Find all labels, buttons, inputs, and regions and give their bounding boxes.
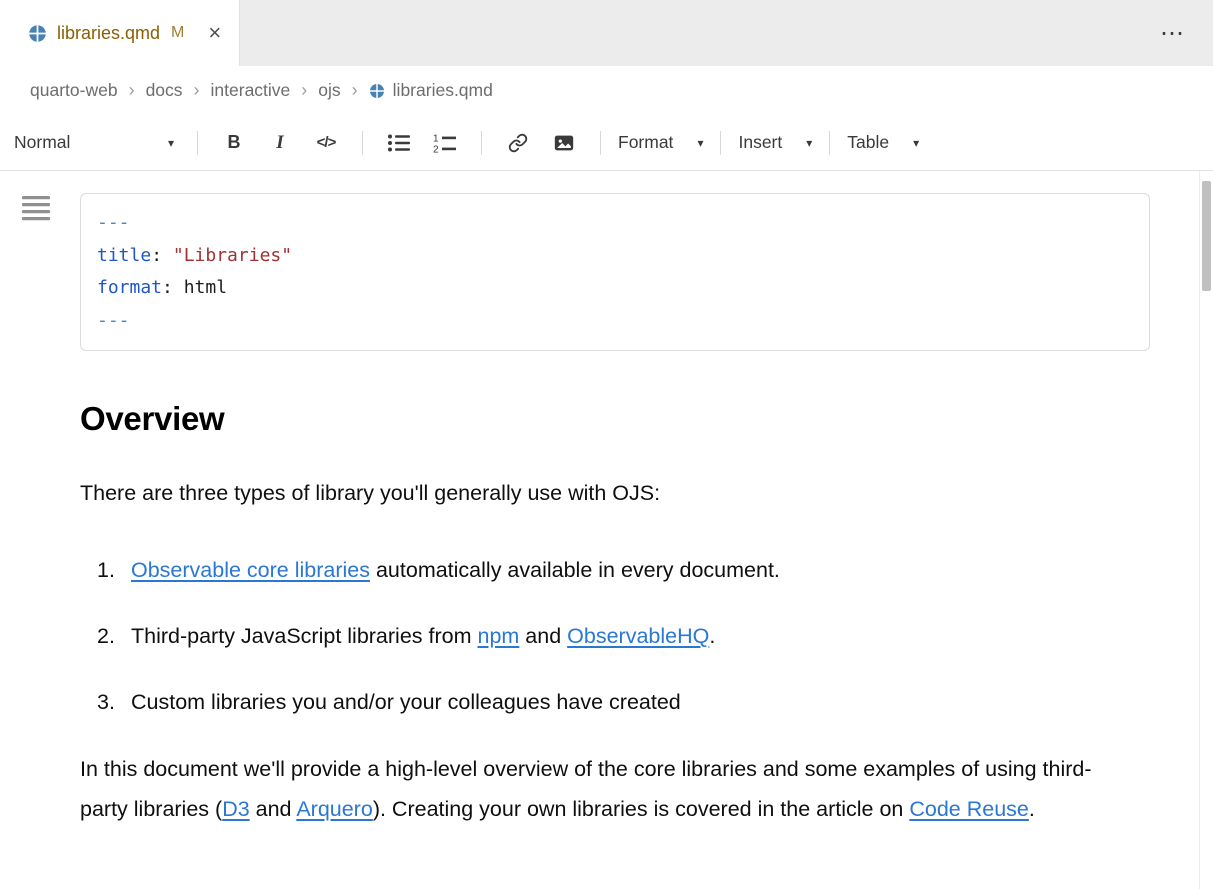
chevron-down-icon: ▾ [697,136,703,150]
italic-button[interactable]: I [257,124,303,162]
svg-text:1: 1 [433,133,439,144]
list-item-tail: . [709,624,715,648]
list-item-text: Third-party JavaScript libraries from np… [131,617,715,655]
quarto-icon [28,24,47,43]
link-npm[interactable]: npm [477,624,519,648]
breadcrumb-item-libraries-qmd[interactable]: libraries.qmd [369,80,493,101]
link-arquero[interactable]: Arquero [296,797,373,821]
table-menu-label: Table [847,132,889,153]
yaml-colon: : [151,245,173,266]
bullet-list-button[interactable] [376,124,422,162]
list-item: 2. Third-party JavaScript libraries from… [80,617,1150,655]
breadcrumb-item-quarto-web[interactable]: quarto-web [30,80,118,101]
image-icon [553,132,575,154]
toolbar-separator [720,131,721,155]
numbered-list: 1. Observable core libraries automatical… [80,551,1150,721]
link-observable-core-libraries[interactable]: Observable core libraries [131,558,370,582]
closing-text: ). Creating your own libraries is covere… [373,797,910,821]
link-observablehq[interactable]: ObservableHQ [567,624,709,648]
numbered-list-button[interactable]: 1 2 [422,124,468,162]
link-icon [508,133,528,153]
toolbar-separator [197,131,198,155]
chevron-right-icon: › [352,80,358,101]
more-actions-icon[interactable]: ⋯ [1160,19,1185,48]
toolbar-separator [829,131,830,155]
link-d3[interactable]: D3 [222,797,249,821]
toolbar-separator [481,131,482,155]
bullet-list-icon [387,133,411,153]
link-code-reuse[interactable]: Code Reuse [909,797,1029,821]
chevron-down-icon: ▾ [168,136,174,150]
italic-icon: I [276,132,283,154]
yaml-value-format: html [184,277,227,298]
svg-text:2: 2 [433,144,439,153]
scrollbar-thumb[interactable] [1202,181,1211,291]
breadcrumb-file-label: libraries.qmd [393,80,493,101]
yaml-value-title: "Libraries" [173,245,292,266]
list-number: 2. [97,617,131,655]
chevron-down-icon: ▾ [913,136,919,150]
vertical-scrollbar[interactable] [1199,171,1213,889]
toolbar-separator [600,131,601,155]
yaml-delimiter: --- [97,212,130,233]
yaml-delimiter: --- [97,310,130,331]
chevron-down-icon: ▾ [806,136,812,150]
yaml-line: format: html [97,272,1133,305]
table-menu[interactable]: Table ▾ [843,124,923,162]
editor-actions: ⋯ [1160,0,1213,66]
intro-paragraph: There are three types of library you'll … [80,478,1150,509]
breadcrumb: quarto-web › docs › interactive › ojs › … [0,66,1213,115]
tab-bar: libraries.qmd M × ⋯ [0,0,1213,66]
list-item: 3. Custom libraries you and/or your coll… [80,683,1150,721]
list-item-lead: Third-party JavaScript libraries from [131,624,477,648]
heading-overview: Overview [80,400,1150,438]
list-item-tail: automatically available in every documen… [370,558,780,582]
toolbar-separator [362,131,363,155]
yaml-front-matter-block[interactable]: --- title: "Libraries" format: html --- [80,193,1150,351]
list-item-text: Custom libraries you and/or your colleag… [131,683,681,721]
yaml-colon: : [162,277,184,298]
paragraph-style-label: Normal [14,132,70,153]
quarto-visual-editor: libraries.qmd M × ⋯ quarto-web › docs › … [0,0,1213,889]
code-button[interactable]: </> [303,124,349,162]
breadcrumb-item-docs[interactable]: docs [146,80,183,101]
insert-menu-label: Insert [738,132,782,153]
yaml-line: title: "Libraries" [97,240,1133,273]
yaml-line: --- [97,207,1133,240]
chevron-right-icon: › [301,80,307,101]
paragraph-style-dropdown[interactable]: Normal ▾ [14,124,184,162]
format-menu[interactable]: Format ▾ [614,124,707,162]
document-editor[interactable]: --- title: "Libraries" format: html --- … [0,171,1199,889]
closing-text: . [1029,797,1035,821]
bold-button[interactable]: B [211,124,257,162]
numbered-list-icon: 1 2 [433,133,457,153]
bold-icon: B [228,132,241,153]
list-item-text: Observable core libraries automatically … [131,551,780,589]
tab-title: libraries.qmd [57,23,160,44]
closing-text: and [250,797,297,821]
close-icon[interactable]: × [208,22,221,44]
format-menu-label: Format [618,132,673,153]
quarto-icon [369,83,385,99]
breadcrumb-item-ojs[interactable]: ojs [318,80,340,101]
chevron-right-icon: › [194,80,200,101]
modified-badge: M [171,24,184,42]
insert-menu[interactable]: Insert ▾ [734,124,816,162]
yaml-key-title: title [97,245,151,266]
list-number: 1. [97,551,131,589]
chevron-right-icon: › [129,80,135,101]
list-item: 1. Observable core libraries automatical… [80,551,1150,589]
image-button[interactable] [541,124,587,162]
code-icon: </> [317,134,336,151]
breadcrumb-item-interactive[interactable]: interactive [211,80,291,101]
closing-paragraph: In this document we'll provide a high-le… [80,749,1092,829]
block-drag-handle-icon[interactable] [21,195,51,226]
tab-libraries-qmd[interactable]: libraries.qmd M × [0,0,240,66]
yaml-line: --- [97,305,1133,338]
yaml-key-format: format [97,277,162,298]
link-button[interactable] [495,124,541,162]
list-number: 3. [97,683,131,721]
list-item-mid: and [519,624,567,648]
formatting-toolbar: Normal ▾ B I </> [0,115,1213,171]
